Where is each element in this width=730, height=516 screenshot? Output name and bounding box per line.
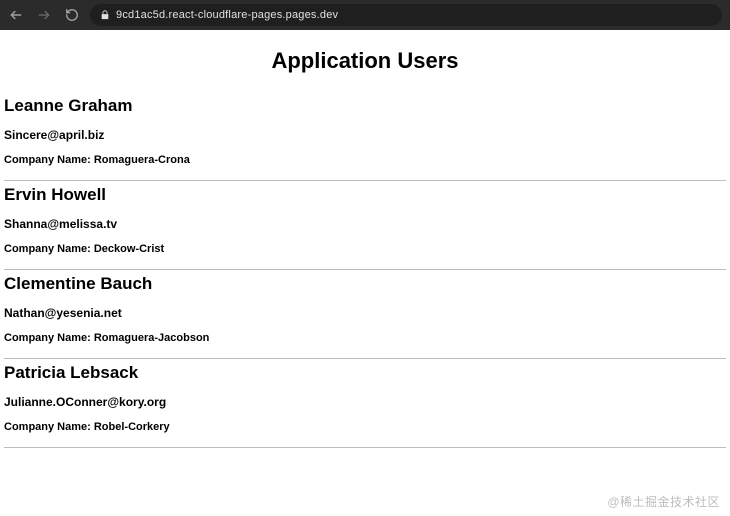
user-name: Ervin Howell — [4, 185, 726, 205]
user-company: Company Name: Romaguera-Jacobson — [4, 332, 726, 344]
browser-toolbar: 9cd1ac5d.react-cloudflare-pages.pages.de… — [0, 0, 730, 30]
url-text: 9cd1ac5d.react-cloudflare-pages.pages.de… — [116, 9, 338, 21]
user-email: Nathan@yesenia.net — [4, 306, 726, 320]
user-company: Company Name: Deckow-Crist — [4, 243, 726, 255]
user-card: Ervin Howell Shanna@melissa.tv Company N… — [4, 181, 726, 270]
user-card: Patricia Lebsack Julianne.OConner@kory.o… — [4, 359, 726, 448]
forward-icon[interactable] — [36, 7, 52, 23]
page-title: Application Users — [4, 48, 726, 74]
user-name: Patricia Lebsack — [4, 363, 726, 383]
nav-controls — [8, 7, 80, 23]
page-content: Application Users Leanne Graham Sincere@… — [0, 30, 730, 448]
user-name: Clementine Bauch — [4, 274, 726, 294]
user-email: Shanna@melissa.tv — [4, 217, 726, 231]
user-email: Sincere@april.biz — [4, 128, 726, 142]
back-icon[interactable] — [8, 7, 24, 23]
user-card: Leanne Graham Sincere@april.biz Company … — [4, 92, 726, 181]
watermark: @稀土掘金技术社区 — [607, 493, 720, 510]
user-email: Julianne.OConner@kory.org — [4, 395, 726, 409]
user-company: Company Name: Robel-Corkery — [4, 421, 726, 433]
user-name: Leanne Graham — [4, 96, 726, 116]
reload-icon[interactable] — [64, 7, 80, 23]
url-bar[interactable]: 9cd1ac5d.react-cloudflare-pages.pages.de… — [90, 4, 722, 26]
lock-icon — [100, 10, 110, 20]
user-card: Clementine Bauch Nathan@yesenia.net Comp… — [4, 270, 726, 359]
user-company: Company Name: Romaguera-Crona — [4, 154, 726, 166]
